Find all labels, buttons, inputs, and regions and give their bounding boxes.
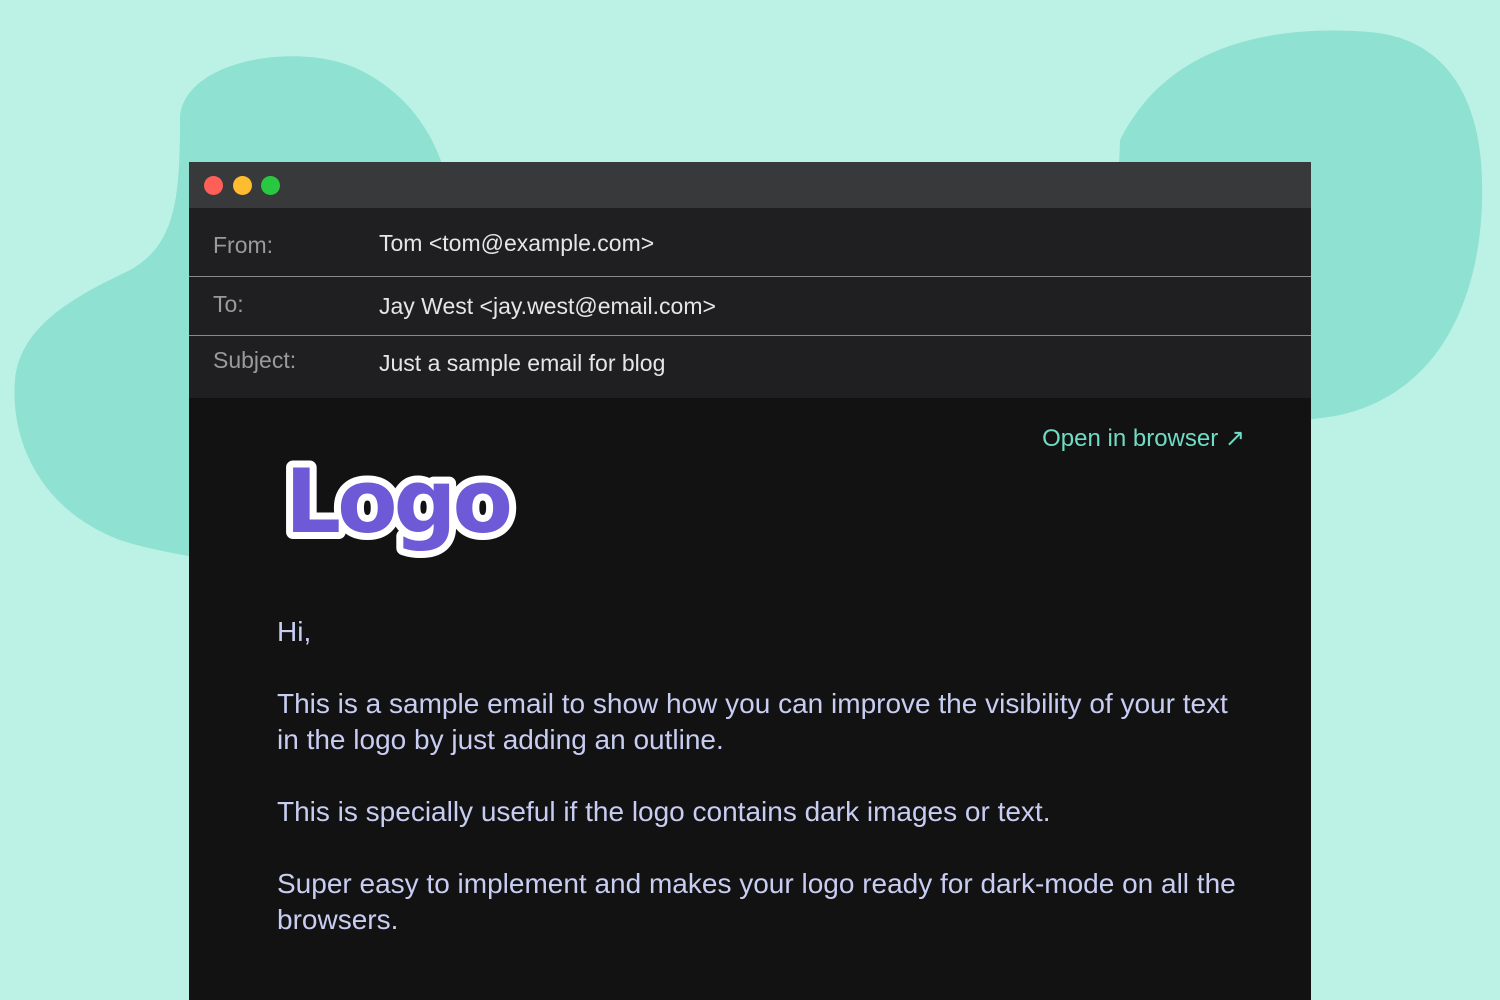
subject-label: Subject:: [213, 347, 297, 373]
minimize-window-button[interactable]: [233, 176, 252, 195]
logo-image: Logo: [278, 443, 521, 560]
email-header: From: Tom <tom@example.com> To: Jay West…: [189, 208, 1311, 398]
logo-text: Logo: [285, 450, 510, 553]
window-titlebar: [189, 162, 1311, 208]
to-value[interactable]: Jay West <jay.west@email.com>: [379, 293, 716, 320]
body-paragraph-1: This is a sample email to show how you c…: [277, 688, 1228, 755]
subject-value: Just a sample email for blog: [379, 350, 666, 376]
subject-row: Subject: Just a sample email for blog: [189, 336, 1311, 398]
email-window: From: Tom <tom@example.com> To: Jay West…: [189, 162, 1311, 1000]
close-window-button[interactable]: [204, 176, 223, 195]
body-paragraph-2: This is specially useful if the logo con…: [277, 796, 1051, 827]
maximize-window-button[interactable]: [261, 176, 280, 195]
from-value[interactable]: Tom <tom@example.com>: [379, 230, 654, 257]
to-row: To: Jay West <jay.west@email.com>: [189, 277, 1311, 336]
body-paragraph-3: Super easy to implement and makes your l…: [277, 868, 1236, 935]
from-row: From: Tom <tom@example.com>: [189, 208, 1311, 277]
greeting-paragraph: Hi,: [277, 616, 312, 647]
logo: Logo: [278, 440, 529, 565]
to-label: To:: [213, 291, 244, 317]
open-in-browser-link[interactable]: Open in browser ↗: [1042, 424, 1245, 453]
from-label: From:: [213, 232, 274, 258]
email-body: Hi, This is a sample email to show how y…: [277, 614, 1237, 974]
